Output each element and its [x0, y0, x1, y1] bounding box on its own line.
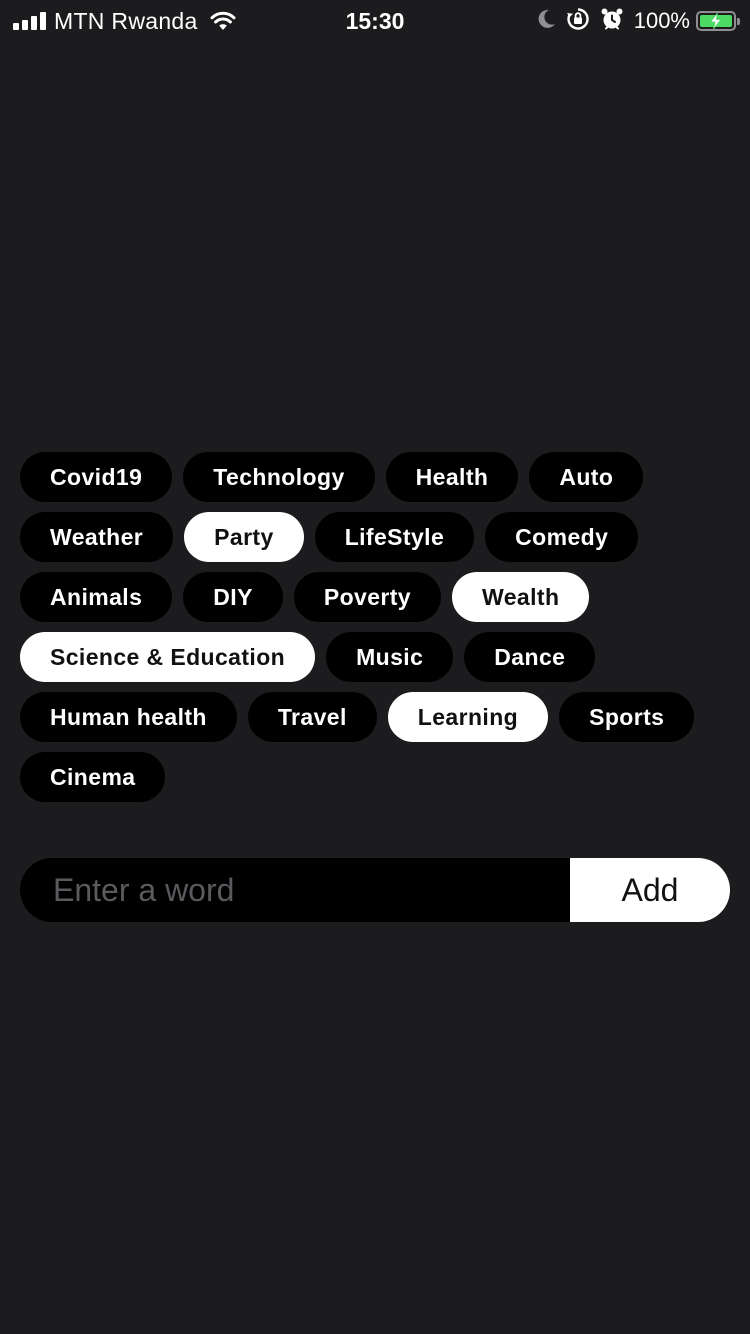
word-input[interactable]	[20, 858, 570, 922]
tag-wealth[interactable]: Wealth	[452, 572, 590, 622]
status-bar: MTN Rwanda 15:30 100%	[0, 0, 750, 40]
tag-animals[interactable]: Animals	[20, 572, 173, 622]
screen: MTN Rwanda 15:30 100% Covid19 Technology…	[0, 0, 750, 1334]
add-word-row: Add	[20, 858, 730, 922]
alarm-icon	[600, 7, 624, 36]
tag-dance[interactable]: Dance	[464, 632, 596, 682]
tag-covid19[interactable]: Covid19	[20, 452, 173, 502]
tag-comedy[interactable]: Comedy	[485, 512, 639, 562]
tag-lifestyle[interactable]: LifeStyle	[314, 512, 475, 562]
add-button[interactable]: Add	[570, 858, 730, 922]
bolt-icon	[709, 13, 722, 29]
tag-science-education[interactable]: Science & Education	[20, 632, 316, 682]
moon-icon	[536, 8, 556, 35]
topic-tags: Covid19 Technology Health Auto Weather Party L…	[20, 452, 732, 802]
tag-learning[interactable]: Learning	[387, 692, 549, 742]
battery-percent: 100%	[633, 8, 690, 33]
battery-cap	[737, 18, 740, 25]
battery-charging-icon	[696, 11, 740, 31]
tag-technology[interactable]: Technology	[183, 452, 375, 502]
status-right: 100%	[526, 6, 740, 36]
tag-diy[interactable]: DIY	[183, 572, 283, 622]
tag-party[interactable]: Party	[184, 512, 304, 562]
tag-human-health[interactable]: Human health	[20, 692, 237, 742]
tag-auto[interactable]: Auto	[529, 452, 644, 502]
orientation-lock-icon	[566, 7, 590, 36]
tag-health[interactable]: Health	[385, 452, 519, 502]
tag-sports[interactable]: Sports	[559, 692, 695, 742]
tag-weather[interactable]: Weather	[20, 512, 174, 562]
tag-music[interactable]: Music	[326, 632, 454, 682]
tag-poverty[interactable]: Poverty	[293, 572, 442, 622]
tag-travel[interactable]: Travel	[247, 692, 377, 742]
tag-cinema[interactable]: Cinema	[20, 752, 166, 802]
